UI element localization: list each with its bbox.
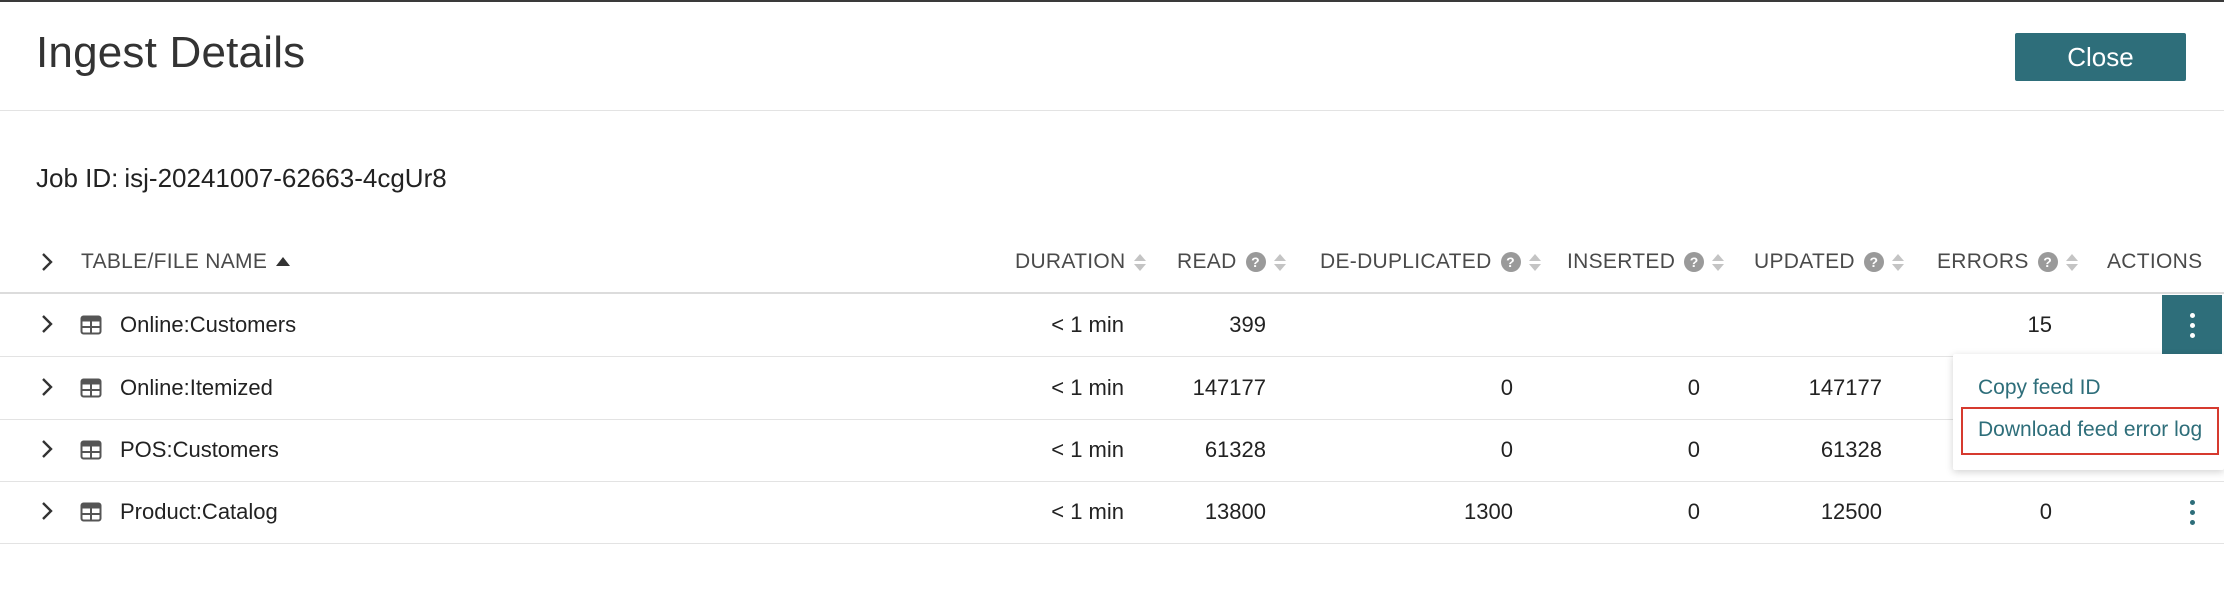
copy-feed-id-menu-item[interactable]: Copy feed ID: [1978, 376, 2101, 400]
column-header-updated-label: UPDATED: [1754, 250, 1855, 273]
help-icon[interactable]: ?: [1863, 252, 1884, 272]
expand-row-chevron-icon[interactable]: [36, 376, 58, 398]
column-header-deduplicated-label: DE-DUPLICATED: [1320, 250, 1492, 273]
column-header-duration-label: DURATION: [1015, 250, 1126, 273]
row-name: Online:Customers: [120, 312, 297, 337]
job-id: Job ID: isj-20241007-62663-4cgUr8: [36, 163, 447, 194]
page-title: Ingest Details: [36, 28, 306, 77]
job-id-value: isj-20241007-62663-4cgUr8: [124, 163, 447, 193]
table-row: POS:Customers < 1 min 61328 0 0 61328: [0, 419, 2224, 482]
table-icon: [80, 502, 102, 522]
row-name: Online:Itemized: [120, 375, 273, 400]
row-read: 13800: [1204, 499, 1266, 524]
column-header-deduplicated[interactable]: DE-DUPLICATED ?: [1320, 250, 1541, 274]
row-duration: < 1 min: [1051, 375, 1124, 400]
row-actions-button[interactable]: [2162, 295, 2222, 355]
row-updated: 147177: [1808, 375, 1882, 400]
row-deduplicated: 0: [1500, 375, 1513, 400]
help-icon[interactable]: ?: [1245, 252, 1266, 272]
expand-row-chevron-icon[interactable]: [36, 438, 58, 460]
table-icon: [80, 315, 102, 335]
job-id-label: Job ID:: [36, 163, 119, 193]
close-button[interactable]: Close: [2015, 33, 2186, 81]
sort-icon: [1273, 253, 1286, 271]
row-updated: 61328: [1820, 437, 1882, 462]
column-header-name-label: TABLE/FILE NAME: [81, 250, 268, 273]
download-feed-error-log-menu-item[interactable]: Download feed error log: [1978, 418, 2202, 442]
sort-icon: [1133, 253, 1146, 271]
column-header-inserted[interactable]: INSERTED ?: [1567, 250, 1725, 274]
column-header-errors-label: ERRORS: [1937, 250, 2029, 273]
sort-ascending-icon: [276, 256, 291, 266]
row-read: 147177: [1192, 375, 1266, 400]
expand-all-chevron-icon[interactable]: [36, 251, 58, 273]
help-icon[interactable]: ?: [2037, 252, 2058, 272]
row-duration: < 1 min: [1051, 312, 1124, 337]
column-header-duration[interactable]: DURATION: [1015, 250, 1146, 274]
row-duration: < 1 min: [1051, 437, 1124, 462]
table-icon: [80, 440, 102, 460]
row-actions-menu: Copy feed ID Download feed error log: [1953, 354, 2224, 470]
column-header-read[interactable]: READ ?: [1177, 250, 1286, 274]
column-header-actions: ACTIONS: [2107, 250, 2203, 273]
expand-row-chevron-icon[interactable]: [36, 313, 58, 335]
row-inserted: 0: [1687, 499, 1700, 524]
row-read: 399: [1229, 312, 1266, 337]
help-icon[interactable]: ?: [1500, 252, 1521, 272]
dialog-header: Ingest Details Close: [0, 2, 2224, 111]
row-name: POS:Customers: [120, 437, 279, 462]
row-actions-button[interactable]: [2162, 482, 2222, 542]
column-header-errors[interactable]: ERRORS ?: [1937, 250, 2078, 274]
row-errors: 15: [2027, 312, 2052, 337]
row-deduplicated: 0: [1500, 437, 1513, 462]
table-row: Product:Catalog < 1 min 13800 1300 0 125…: [0, 481, 2224, 544]
sort-icon: [1891, 253, 1904, 271]
row-inserted: 0: [1687, 437, 1700, 462]
table-icon: [80, 378, 102, 398]
help-icon[interactable]: ?: [1684, 252, 1705, 272]
column-header-name[interactable]: TABLE/FILE NAME: [81, 250, 291, 274]
table-row: Online:Customers < 1 min 399 15: [0, 294, 2224, 357]
row-name: Product:Catalog: [120, 499, 278, 524]
sort-icon: [2065, 253, 2078, 271]
column-header-inserted-label: INSERTED: [1567, 250, 1676, 273]
table-row: Online:Itemized < 1 min 147177 0 0 14717…: [0, 357, 2224, 420]
row-errors: 0: [2039, 499, 2052, 524]
kebab-menu-icon: [2189, 312, 2195, 338]
column-header-read-label: READ: [1177, 250, 1237, 273]
row-deduplicated: 1300: [1464, 499, 1513, 524]
row-inserted: 0: [1687, 375, 1700, 400]
row-read: 61328: [1204, 437, 1266, 462]
column-header-updated[interactable]: UPDATED ?: [1754, 250, 1904, 274]
sort-icon: [1712, 253, 1725, 271]
row-updated: 12500: [1820, 499, 1882, 524]
table-header: TABLE/FILE NAME DURATION READ ? DE-DUPLI…: [0, 232, 2224, 294]
row-duration: < 1 min: [1051, 499, 1124, 524]
sort-icon: [1528, 253, 1541, 271]
kebab-menu-icon: [2189, 499, 2195, 525]
expand-row-chevron-icon[interactable]: [36, 500, 58, 522]
